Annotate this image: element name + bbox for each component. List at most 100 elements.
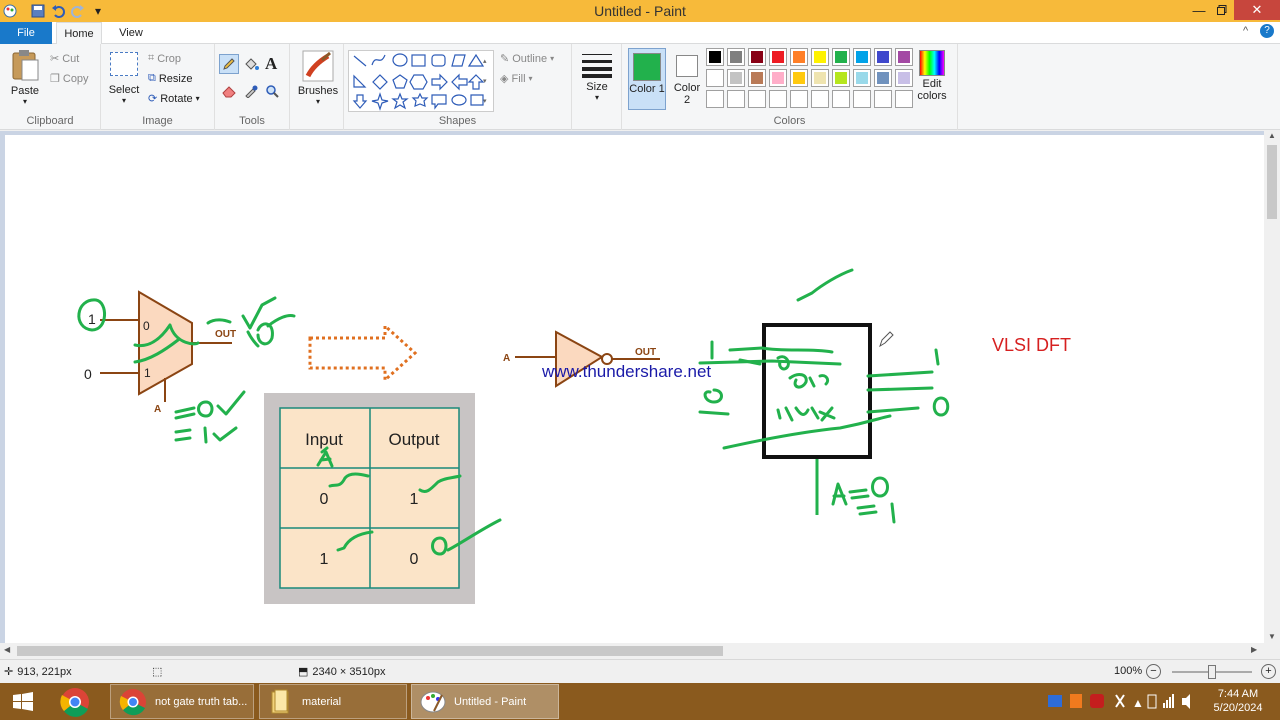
color-swatch[interactable]: [874, 48, 892, 66]
tray-app-icon[interactable]: [1048, 695, 1062, 707]
zoom-in-icon[interactable]: +: [1261, 664, 1276, 679]
resize-button[interactable]: ⧉ Resize: [148, 72, 192, 85]
color2-label: Color 2: [673, 82, 701, 106]
fill-tool[interactable]: [243, 56, 259, 75]
color-picker-tool[interactable]: [244, 84, 258, 101]
truth-table-cell: 0: [320, 491, 329, 508]
color-swatch[interactable]: [706, 90, 724, 108]
fill-label: Fill: [511, 72, 526, 85]
tab-view[interactable]: View: [110, 22, 152, 44]
color-swatch[interactable]: [727, 90, 745, 108]
color-swatch[interactable]: [832, 69, 850, 87]
color-swatch[interactable]: [895, 69, 913, 87]
paste-button[interactable]: Paste ▾: [8, 48, 42, 110]
color-swatch[interactable]: [748, 90, 766, 108]
mux-sel-label-1: 1: [144, 366, 151, 380]
drawing-canvas[interactable]: 1 0 0 1 OUT A A OUT www.thundershare.net…: [5, 135, 1264, 643]
vlsi-dft-title: VLSI DFT: [992, 335, 1071, 355]
tray-app-icon[interactable]: [1070, 694, 1082, 708]
color-swatch[interactable]: [811, 48, 829, 66]
scroll-down-icon[interactable]: ▼: [1264, 632, 1280, 641]
color-swatch[interactable]: [874, 69, 892, 87]
color-swatch[interactable]: [874, 90, 892, 108]
horizontal-scroll-thumb[interactable]: [17, 646, 723, 656]
outline-button[interactable]: ✎ Outline ▾: [500, 52, 554, 66]
help-icon[interactable]: ?: [1260, 24, 1274, 38]
shapes-gallery[interactable]: [348, 50, 494, 112]
color1-button[interactable]: Color 1: [628, 48, 666, 110]
taskbar-item-paint[interactable]: Untitled - Paint: [411, 684, 559, 719]
color-swatch[interactable]: [853, 69, 871, 87]
color-swatch[interactable]: [811, 69, 829, 87]
cut-button[interactable]: ✂ Cut: [50, 52, 79, 66]
clock[interactable]: 7:44 AM 5/20/2024: [1204, 687, 1272, 715]
scroll-right-icon[interactable]: ▶: [1251, 645, 1257, 654]
vertical-scroll-thumb[interactable]: [1267, 145, 1277, 219]
taskbar: not gate truth tab... material Untitled …: [0, 683, 1280, 720]
color-swatch[interactable]: [727, 48, 745, 66]
tab-home[interactable]: Home: [56, 22, 102, 44]
zoom-slider-thumb[interactable]: [1208, 665, 1216, 679]
horizontal-scrollbar[interactable]: ◀ ▶: [0, 643, 1280, 659]
scroll-left-icon[interactable]: ◀: [4, 645, 10, 654]
shapes-gallery-icons: [352, 53, 485, 111]
color-swatch[interactable]: [706, 69, 724, 87]
color-swatch[interactable]: [769, 90, 787, 108]
zoom-slider[interactable]: [1172, 665, 1252, 679]
crop-button[interactable]: ⌗ Crop: [148, 52, 181, 65]
selection-size: ⬚: [152, 665, 162, 678]
color-swatch[interactable]: [853, 90, 871, 108]
rotate-button[interactable]: ⟳ Rotate ▾: [148, 92, 200, 106]
vertical-scrollbar[interactable]: ▲ ▼: [1264, 131, 1280, 643]
fill-icon: ◈: [500, 73, 509, 85]
color-swatch[interactable]: [706, 48, 724, 66]
chrome-pinned-button[interactable]: [52, 684, 104, 719]
minimize-button[interactable]: —: [1186, 0, 1212, 20]
close-button[interactable]: ✕: [1234, 0, 1280, 20]
select-button[interactable]: Select ▾: [107, 52, 141, 105]
tray-app-icon[interactable]: [1090, 694, 1104, 708]
brushes-button[interactable]: Brushes ▾: [296, 50, 340, 106]
colors-group: Color 1 Color 2 Edit colors Colors: [622, 44, 958, 130]
color-swatch[interactable]: [790, 48, 808, 66]
color-swatch[interactable]: [748, 69, 766, 87]
size-button[interactable]: Size ▾: [580, 52, 614, 102]
color-spectrum-icon: [919, 50, 945, 76]
restore-button[interactable]: [1212, 0, 1232, 20]
edit-colors-button[interactable]: Edit colors: [914, 50, 950, 102]
color-swatch[interactable]: [895, 90, 913, 108]
taskbar-item-explorer[interactable]: material: [259, 684, 407, 719]
color-swatch[interactable]: [853, 48, 871, 66]
outline-label: Outline: [512, 52, 548, 65]
color-swatch[interactable]: [769, 69, 787, 87]
ribbon-tabs: File Home View ^ ?: [0, 22, 1280, 44]
eraser-tool[interactable]: [221, 84, 237, 101]
tab-file[interactable]: File: [0, 22, 52, 44]
scroll-up-icon[interactable]: ▲: [1264, 131, 1280, 140]
start-button[interactable]: [0, 684, 48, 719]
cursor-position-icon: ✛: [4, 666, 14, 678]
color-swatch[interactable]: [790, 90, 808, 108]
pencil-tool[interactable]: [219, 54, 239, 74]
fill-button[interactable]: ◈ Fill ▾: [500, 72, 533, 86]
taskbar-item-chrome[interactable]: not gate truth tab...: [110, 684, 254, 719]
copy-button[interactable]: ❐ Copy: [50, 72, 89, 86]
color2-button[interactable]: Color 2: [670, 48, 704, 110]
color-swatch[interactable]: [727, 69, 745, 87]
color-swatch[interactable]: [895, 48, 913, 66]
zoom-out-icon[interactable]: −: [1146, 664, 1161, 679]
text-tool[interactable]: A: [265, 54, 277, 74]
folder-icon: [271, 689, 289, 713]
color-swatch[interactable]: [832, 48, 850, 66]
color1-swatch: [633, 53, 661, 81]
mux-out-label: OUT: [215, 329, 236, 340]
color-palette: [706, 48, 913, 108]
color-swatch[interactable]: [748, 48, 766, 66]
truth-table-cell: 1: [410, 491, 419, 508]
color-swatch[interactable]: [811, 90, 829, 108]
color-swatch[interactable]: [769, 48, 787, 66]
color-swatch[interactable]: [790, 69, 808, 87]
color-swatch[interactable]: [832, 90, 850, 108]
minimize-ribbon-icon[interactable]: ^: [1243, 25, 1248, 37]
magnifier-tool[interactable]: [265, 84, 279, 101]
